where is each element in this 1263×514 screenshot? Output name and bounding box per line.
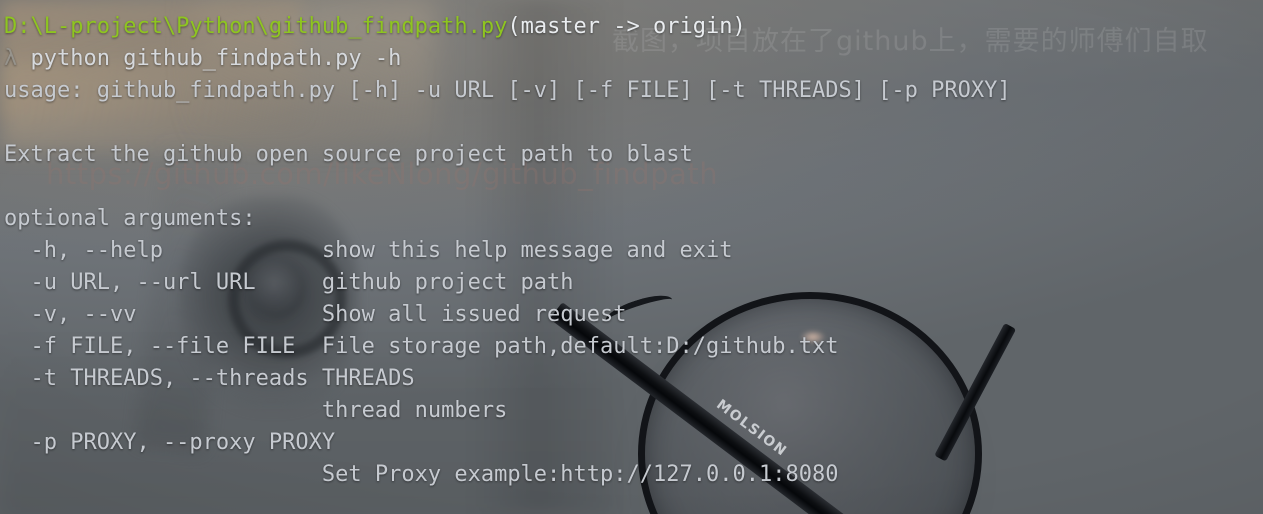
output-line: -h, --help show this help message and ex… <box>4 238 733 263</box>
terminal-output-area[interactable]: D:\L-project\Python\github_findpath.py(m… <box>0 0 1263 514</box>
output-line: Extract the github open source project p… <box>4 142 693 167</box>
output-line: Set Proxy example:http://127.0.0.1:8080 <box>4 462 839 487</box>
output-line: -p PROXY, --proxy PROXY <box>4 430 336 455</box>
command-text: python github_findpath.py -h <box>30 46 402 71</box>
output-line: -v, --vv Show all issued request <box>4 302 627 327</box>
output-line: optional arguments: <box>4 206 256 231</box>
output-line: usage: github_findpath.py [-h] -u URL [-… <box>4 78 1011 103</box>
command-input[interactable] <box>17 46 30 71</box>
terminal-window[interactable]: MOLSION 截图，项目放在了github上，需要的师傅们自取 https:/… <box>0 0 1263 514</box>
output-line: -f FILE, --file FILE File storage path,d… <box>4 334 839 359</box>
output-line: thread numbers <box>4 398 508 423</box>
prompt-line-command[interactable]: λ python github_findpath.py -h <box>4 43 1263 75</box>
output-line: -t THREADS, --threads THREADS <box>4 366 415 391</box>
prompt-git-branch: (master -> origin) <box>507 14 746 39</box>
prompt-lambda-icon: λ <box>4 46 18 71</box>
prompt-cwd-path: D:\L-project\Python\github_findpath.py <box>4 14 508 39</box>
output-line: -u URL, --url URL github project path <box>4 270 574 295</box>
prompt-line-path: D:\L-project\Python\github_findpath.py(m… <box>4 11 1263 43</box>
